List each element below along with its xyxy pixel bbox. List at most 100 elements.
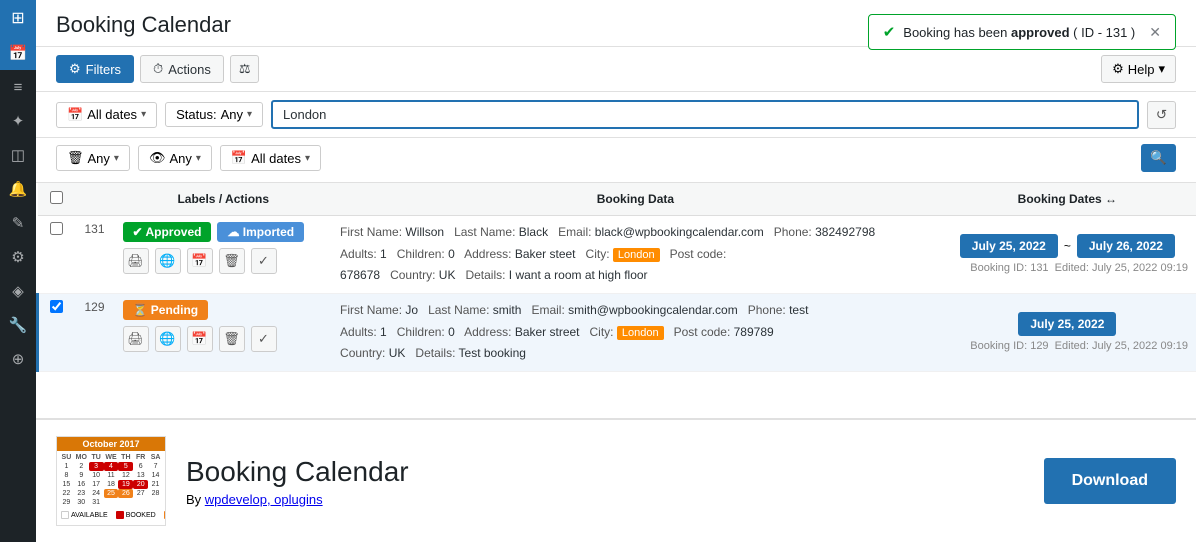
booking-dates-cell: July 25, 2022 ~ July 26, 2022 Booking ID… — [939, 216, 1196, 294]
sidebar-item-nav8[interactable]: 🔧 — [0, 308, 36, 342]
labels-actions-cell: ✔ Approved ☁ Imported 🖨 🌐 📅 🗑 ✓ — [115, 216, 333, 294]
booking-meta: Booking ID: 131 Edited: July 25, 2022 09… — [947, 258, 1188, 274]
select-all-checkbox[interactable] — [50, 191, 63, 204]
end-date-badge: July 26, 2022 — [1077, 234, 1175, 258]
booking-data: First Name: Jo Last Name: smith Email: s… — [340, 300, 931, 365]
booking-data-header: Booking Data — [332, 183, 939, 216]
plugin-name: Booking Calendar — [186, 456, 409, 488]
download-button[interactable]: Download — [1044, 458, 1176, 504]
search-button[interactable]: 🔍 — [1141, 144, 1176, 172]
notification-close-button[interactable]: ✕ — [1149, 24, 1161, 41]
calendar-mini-month: October 2017 — [57, 437, 165, 451]
table-row: 129 ⏳ Pending 🖨 🌐 📅 🗑 ✓ — [38, 293, 1196, 371]
page-title: Booking Calendar — [56, 12, 231, 38]
notification-bar: ✔ Booking has been approved ( ID - 131 )… — [868, 14, 1176, 50]
date-badge: July 25, 2022 — [1018, 312, 1116, 336]
pending-badge[interactable]: ⏳ Pending — [123, 300, 209, 320]
approved-badge[interactable]: ✔ Approved — [123, 222, 212, 242]
calendar-button[interactable]: 📅 — [187, 326, 213, 352]
web-button[interactable]: 🌐 — [155, 326, 181, 352]
main-content: Booking Calendar ✔ Booking has been appr… — [36, 0, 1196, 542]
caret-icon: ▾ — [141, 109, 146, 120]
filters-button[interactable]: ⚙ Filters — [56, 55, 134, 83]
clock-icon: ⏱ — [153, 61, 163, 77]
sliders-icon: ⚖ — [239, 61, 251, 77]
date-single: July 25, 2022 — [947, 312, 1188, 336]
calendar-legend: AVAILABLE BOOKED PENDING — [57, 509, 165, 521]
bookings-table-area: Labels / Actions Booking Data Booking Da… — [36, 183, 1196, 418]
filter-icon: ⚙ — [69, 61, 81, 77]
actions-button[interactable]: ⏱ Actions — [140, 55, 224, 83]
row-actions: 🖨 🌐 📅 🗑 ✓ — [123, 326, 325, 352]
sidebar-item-nav5[interactable]: ✎ — [0, 206, 36, 240]
check-button[interactable]: ✓ — [251, 248, 277, 274]
date-filter2[interactable]: 📅 All dates ▾ — [220, 145, 321, 171]
sidebar-item-nav9[interactable]: ⊕ — [0, 342, 36, 376]
status-filter[interactable]: Status: Any ▾ — [165, 102, 263, 127]
date-range: July 25, 2022 ~ July 26, 2022 — [947, 234, 1188, 258]
available-dot — [61, 511, 69, 519]
search-input[interactable] — [271, 100, 1139, 129]
plugin-authors-link[interactable]: wpdevelop, oplugins — [205, 492, 323, 507]
sidebar-item-bookings[interactable]: 📅 — [0, 36, 36, 70]
sliders-button[interactable]: ⚖ — [230, 55, 260, 83]
sidebar: ⊞ 📅 ≡ ✦ ◫ 🔔 ✎ ⚙ ◈ 🔧 ⊕ — [0, 0, 36, 542]
booking-dates-header: Booking Dates ↔ — [939, 183, 1196, 216]
filters-row-1: 📅 All dates ▾ Status: Any ▾ ↺ — [36, 92, 1196, 138]
range-separator: ~ — [1064, 239, 1071, 253]
check-button[interactable]: ✓ — [251, 326, 277, 352]
booking-data-cell: First Name: Jo Last Name: smith Email: s… — [332, 293, 939, 371]
bookings-table: Labels / Actions Booking Data Booking Da… — [36, 183, 1196, 372]
booking-data: First Name: Willson Last Name: Black Ema… — [340, 222, 931, 287]
row-checkbox[interactable] — [50, 222, 63, 235]
calendar-mini-grid: SU MO TU WE TH FR SA 1 2 3 4 5 6 7 8 9 1 — [57, 451, 165, 509]
start-date-badge: July 25, 2022 — [960, 234, 1058, 258]
page-header: Booking Calendar ✔ Booking has been appr… — [36, 0, 1196, 47]
status-label: Status: — [176, 107, 216, 122]
sidebar-item-nav4[interactable]: 🔔 — [0, 172, 36, 206]
refresh-icon: ↺ — [1156, 107, 1167, 122]
eye-filter[interactable]: 👁 Any ▾ — [138, 145, 212, 171]
sidebar-item-nav3[interactable]: ◫ — [0, 138, 36, 172]
eye-icon: 👁 — [149, 150, 166, 166]
plugin-left: October 2017 SU MO TU WE TH FR SA 1 2 3 … — [56, 436, 409, 526]
sidebar-item-nav7[interactable]: ◈ — [0, 274, 36, 308]
imported-badge[interactable]: ☁ Imported — [217, 222, 304, 242]
row-actions: 🖨 🌐 📅 🗑 ✓ — [123, 248, 325, 274]
calendar-button[interactable]: 📅 — [187, 248, 213, 274]
help-button[interactable]: ⚙ Help ▾ — [1101, 55, 1176, 83]
refresh-button[interactable]: ↺ — [1147, 101, 1176, 129]
admin-area: Booking Calendar ✔ Booking has been appr… — [36, 0, 1196, 418]
plugin-info: Booking Calendar By wpdevelop, oplugins — [186, 456, 409, 507]
plugin-area: October 2017 SU MO TU WE TH FR SA 1 2 3 … — [36, 418, 1196, 542]
delete-button[interactable]: 🗑 — [219, 326, 245, 352]
trash-icon: 🗑 — [67, 150, 84, 166]
help-icon: ⚙ — [1112, 61, 1124, 77]
sidebar-item-nav1[interactable]: ≡ — [0, 70, 36, 104]
city-highlight: London — [613, 248, 660, 262]
all-dates-filter[interactable]: 📅 All dates ▾ — [56, 102, 157, 128]
sidebar-item-nav2[interactable]: ✦ — [0, 104, 36, 138]
table-row: 131 ✔ Approved ☁ Imported 🖨 🌐 📅 🗑 — [38, 216, 1196, 294]
sidebar-item-nav6[interactable]: ⚙ — [0, 240, 36, 274]
toolbar: ⚙ Filters ⏱ Actions ⚖ ⚙ Help ▾ — [36, 47, 1196, 92]
notification-text: Booking has been approved ( ID - 131 ) — [903, 25, 1135, 40]
trash-filter[interactable]: 🗑 Any ▾ — [56, 145, 130, 171]
labels-actions-cell: ⏳ Pending 🖨 🌐 📅 🗑 ✓ — [115, 293, 333, 371]
city-highlight: London — [617, 326, 664, 340]
delete-button[interactable]: 🗑 — [219, 248, 245, 274]
print-button[interactable]: 🖨 — [123, 326, 149, 352]
booking-id: 131 — [75, 216, 115, 294]
booking-id: 129 — [75, 293, 115, 371]
sidebar-logo[interactable]: ⊞ — [0, 0, 36, 36]
labels-actions-header: Labels / Actions — [115, 183, 333, 216]
print-button[interactable]: 🖨 — [123, 248, 149, 274]
filters-left: 🗑 Any ▾ 👁 Any ▾ 📅 All dates ▾ — [56, 145, 321, 171]
calendar-thumbnail: October 2017 SU MO TU WE TH FR SA 1 2 3 … — [56, 436, 166, 526]
plugin-by: By wpdevelop, oplugins — [186, 492, 409, 507]
caret-icon: ▾ — [305, 153, 310, 164]
row-checkbox[interactable] — [50, 300, 63, 313]
toolbar-left: ⚙ Filters ⏱ Actions ⚖ — [56, 55, 259, 83]
caret-icon: ▾ — [247, 109, 252, 120]
web-button[interactable]: 🌐 — [155, 248, 181, 274]
